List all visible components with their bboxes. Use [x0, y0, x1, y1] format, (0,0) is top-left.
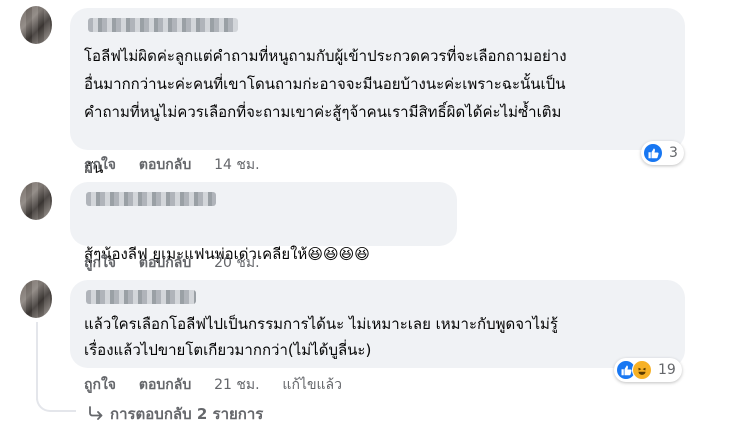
comment-bubble: สู้ๆน้องลีฟ ยูเมะแฟนพ่อเด่วเคลียให้😆😆😆😆	[70, 182, 457, 263]
comment-text-line: เรื่องแล้วไปขายโตเกียวมากกว่า(ไม่ได้บูลี…	[84, 341, 372, 359]
timestamp[interactable]: 21 ชม.	[214, 374, 259, 396]
thumbs-up-icon	[643, 143, 663, 163]
like-button[interactable]: ถูกใจ	[84, 374, 116, 396]
view-replies-link[interactable]: การตอบกลับ 2 รายการ	[88, 402, 263, 426]
comment-text-line: คำถามที่หนูไม่ควรเลือกที่จะถามเขาค่ะสู้ๆ…	[84, 103, 562, 121]
edited-label: แก้ไขแล้ว	[282, 377, 342, 393]
reply-arrow-icon	[88, 405, 104, 424]
author-name[interactable]	[86, 290, 196, 304]
reply-button[interactable]: ตอบกลับ	[139, 154, 191, 176]
thread-curve	[36, 396, 76, 412]
laughing-face-icon	[632, 360, 652, 380]
like-button[interactable]: ถูกใจ	[84, 252, 116, 274]
author-name[interactable]	[86, 192, 216, 206]
reaction-count: 19	[658, 362, 676, 378]
comment-actions: ถูกใจ ตอบกลับ 14 ชม.	[84, 154, 278, 176]
avatar[interactable]	[20, 6, 52, 44]
timestamp[interactable]: 20 ชม.	[214, 252, 259, 274]
comment-text-line: แล้วใครเลือกโอลีฟไปเป็นกรรมการได้นะ ไม่เ…	[84, 315, 558, 333]
reaction-summary[interactable]: 19	[614, 358, 682, 382]
comment-text-line: โอลีฟไม่ผิดค่ะลูกแต่คำถามที่หนูถามกับผู้…	[84, 47, 567, 65]
author-name[interactable]	[88, 18, 238, 32]
reaction-count: 3	[669, 145, 678, 161]
comment-actions: ถูกใจ ตอบกลับ 20 ชม.	[84, 252, 278, 274]
reply-button[interactable]: ตอบกลับ	[139, 374, 191, 396]
avatar[interactable]	[20, 280, 52, 318]
view-replies-label: การตอบกลับ 2 รายการ	[110, 405, 264, 423]
comment-text-line: อื่นมากกว่านะค่ะคนที่เขาโดนถามก่ะอาจจะมี…	[84, 75, 566, 93]
timestamp[interactable]: 14 ชม.	[214, 154, 259, 176]
laughing-emoji: 😆😆😆😆	[307, 245, 370, 263]
reply-button[interactable]: ตอบกลับ	[139, 252, 191, 274]
comment-bubble: แล้วใครเลือกโอลีฟไปเป็นกรรมการได้นะ ไม่เ…	[70, 280, 685, 368]
avatar[interactable]	[20, 182, 52, 220]
comment-bubble: โอลีฟไม่ผิดค่ะลูกแต่คำถามที่หนูถามกับผู้…	[70, 8, 685, 205]
reaction-summary[interactable]: 3	[641, 141, 684, 165]
thread-line	[36, 322, 38, 400]
like-button[interactable]: ถูกใจ	[84, 154, 116, 176]
comment-actions: ถูกใจ ตอบกลับ 21 ชม. แก้ไขแล้ว	[84, 374, 360, 396]
